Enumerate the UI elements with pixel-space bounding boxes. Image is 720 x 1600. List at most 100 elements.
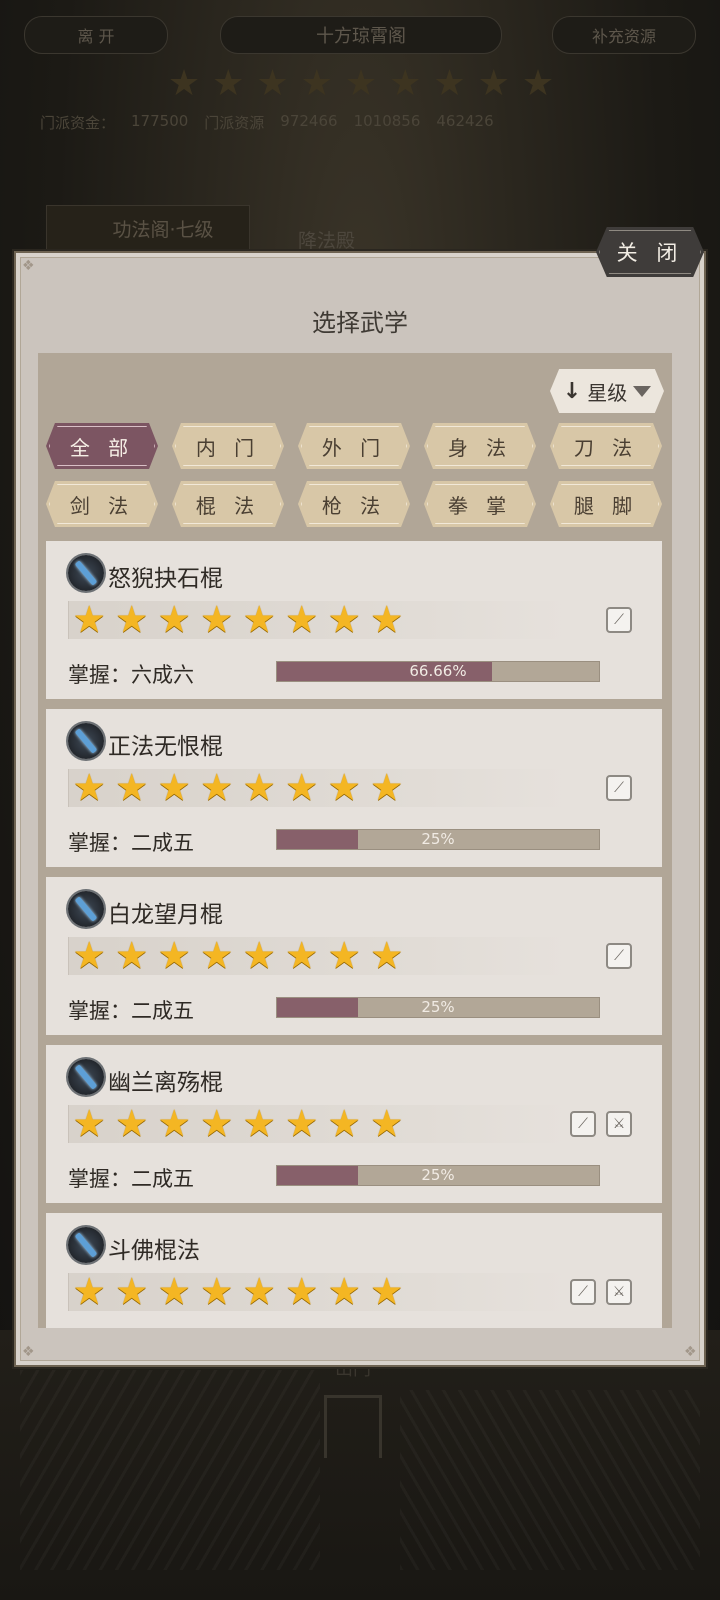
staff-type-icon: ⟋ <box>570 1279 596 1305</box>
skill-card[interactable]: 怒猊抉石棍 ★ ★ ★ ★ ★ ★ ★ ★ ⟋ 掌握：六成六 66.66% <box>46 541 662 699</box>
skill-type-icons: ⟋ <box>606 943 632 969</box>
star-icon: ★ <box>242 766 276 809</box>
category-filters: 全 部 内 门 外 门 身 法 刀 法剑 法 棍 法 枪 法 拳 掌 腿 脚 <box>46 423 664 527</box>
star-icon: ★ <box>200 1102 234 1145</box>
star-icon: ★ <box>477 63 510 104</box>
star-icon: ★ <box>72 766 106 809</box>
staff-skill-icon <box>68 723 104 759</box>
filter-button[interactable]: 枪 法 <box>298 481 410 527</box>
filter-button[interactable]: 刀 法 <box>550 423 662 469</box>
mastery-prefix: 掌握： <box>68 999 131 1023</box>
hall-star-rating: ★ ★ ★ ★ ★ ★ ★ ★ ★ <box>166 66 556 102</box>
filter-button[interactable]: 外 门 <box>298 423 410 469</box>
filter-button[interactable]: 内 门 <box>172 423 284 469</box>
resource-value: 1010856 <box>353 112 421 130</box>
corner-ornament-icon: ❖ <box>22 1344 35 1360</box>
skill-panel: ↓ 星级 全 部 内 门 外 门 身 法 刀 法剑 法 棍 法 枪 法 拳 掌 腿 脚 怒猊抉石… <box>38 353 672 1328</box>
star-icon: ★ <box>327 598 361 641</box>
resource-value: 972466 <box>280 112 338 130</box>
mastery-label: 掌握：二成五 <box>68 827 194 857</box>
staff-skill-icon <box>68 1227 104 1263</box>
gate-building: 山门 <box>318 1355 388 1465</box>
close-button[interactable]: 关 闭 <box>596 227 704 277</box>
star-icon: ★ <box>115 1270 149 1313</box>
star-icon: ★ <box>167 63 201 104</box>
staff-type-icon: ⟋ <box>606 607 632 633</box>
mastery-prefix: 掌握： <box>68 1167 131 1191</box>
skill-card[interactable]: 斗佛棍法 ★ ★ ★ ★ ★ ★ ★ ★ ⟋ ⚔ <box>46 1213 662 1328</box>
star-icon: ★ <box>327 766 361 809</box>
staff-type-icon: ⟋ <box>606 943 632 969</box>
mastery-value: 二成五 <box>131 831 194 855</box>
star-icon: ★ <box>200 598 234 641</box>
star-icon: ★ <box>285 598 319 641</box>
filter-button[interactable]: 全 部 <box>46 423 158 469</box>
star-icon: ★ <box>115 766 149 809</box>
filter-label: 全 部 <box>69 435 135 460</box>
filter-button[interactable]: 剑 法 <box>46 481 158 527</box>
skill-card[interactable]: 正法无恨棍 ★ ★ ★ ★ ★ ★ ★ ★ ⟋ 掌握：二成五 25% <box>46 709 662 867</box>
sort-dropdown[interactable]: ↓ 星级 <box>550 369 664 413</box>
star-icon: ★ <box>200 1270 234 1313</box>
skill-star-rating: ★ ★ ★ ★ ★ ★ ★ ★ <box>70 769 406 807</box>
filter-label: 外 门 <box>321 435 387 460</box>
filter-button[interactable]: 身 法 <box>424 423 536 469</box>
resource-label: 门派资源 <box>204 114 265 132</box>
star-icon: ★ <box>370 766 404 809</box>
leave-button[interactable]: 离 开 <box>24 16 168 54</box>
skill-type-icons: ⟋ <box>606 775 632 801</box>
star-icon: ★ <box>300 63 333 104</box>
filter-label: 内 门 <box>195 435 261 460</box>
skill-star-rating: ★ ★ ★ ★ ★ ★ ★ ★ <box>70 601 406 639</box>
star-icon: ★ <box>200 766 234 809</box>
filter-label: 腿 脚 <box>573 493 639 518</box>
star-icon: ★ <box>200 934 234 977</box>
star-icon: ★ <box>285 934 319 977</box>
filter-label: 枪 法 <box>321 493 387 518</box>
hall-title: 十方琼霄阁 <box>220 16 502 54</box>
star-icon: ★ <box>285 1102 319 1145</box>
tab-hall: 降法殿 <box>298 230 356 252</box>
skill-name: 怒猊抉石棍 <box>108 566 223 592</box>
star-icon: ★ <box>242 1102 276 1145</box>
skill-type-icons: ⟋ <box>606 607 632 633</box>
star-icon: ★ <box>370 1102 404 1145</box>
star-icon: ★ <box>433 63 466 104</box>
filter-button[interactable]: 拳 掌 <box>424 481 536 527</box>
corner-ornament-icon: ❖ <box>22 258 35 274</box>
skill-card[interactable]: 白龙望月棍 ★ ★ ★ ★ ★ ★ ★ ★ ⟋ 掌握：二成五 25% <box>46 877 662 1035</box>
mastery-prefix: 掌握： <box>68 831 131 855</box>
star-icon: ★ <box>242 598 276 641</box>
filter-button[interactable]: 腿 脚 <box>550 481 662 527</box>
skill-name: 斗佛棍法 <box>108 1238 200 1264</box>
resource-value: 177500 <box>131 112 189 130</box>
staff-skill-icon <box>68 1059 104 1095</box>
star-icon: ★ <box>72 934 106 977</box>
star-icon: ★ <box>370 1270 404 1313</box>
star-icon: ★ <box>115 934 149 977</box>
filter-button[interactable]: 棍 法 <box>172 481 284 527</box>
mastery-value: 二成五 <box>131 999 194 1023</box>
star-icon: ★ <box>72 1270 106 1313</box>
mastery-progress-bar: 25% <box>276 1165 600 1186</box>
resource-bar: 门派资金： 177500 门派资源 972466 1010856 462426 <box>40 112 700 133</box>
star-icon: ★ <box>115 1102 149 1145</box>
sword-type-icon: ⚔ <box>606 1279 632 1305</box>
star-icon: ★ <box>157 1270 191 1313</box>
supply-resources-button[interactable]: 补充资源 <box>552 16 696 54</box>
corner-ornament-icon: ❖ <box>684 1344 697 1360</box>
progress-percent: 25% <box>421 1166 455 1184</box>
skill-star-rating: ★ ★ ★ ★ ★ ★ ★ ★ <box>70 1273 406 1311</box>
mastery-prefix: 掌握： <box>68 663 131 687</box>
star-icon: ★ <box>521 63 555 104</box>
star-icon: ★ <box>72 1102 106 1145</box>
resource-label: 门派资金： <box>40 114 116 132</box>
staff-type-icon: ⟋ <box>570 1111 596 1137</box>
skill-card[interactable]: 幽兰离殇棍 ★ ★ ★ ★ ★ ★ ★ ★ ⟋ ⚔ 掌握：二成五 25% <box>46 1045 662 1203</box>
skill-list[interactable]: 怒猊抉石棍 ★ ★ ★ ★ ★ ★ ★ ★ ⟋ 掌握：六成六 66.66% 正法无恨棍 ★ ★ ★ ★ ★ ★ ★ ★ ⟋… <box>46 541 662 1328</box>
star-icon: ★ <box>212 63 245 104</box>
filter-label: 刀 法 <box>573 435 639 460</box>
star-icon: ★ <box>285 1270 319 1313</box>
mastery-value: 二成五 <box>131 1167 194 1191</box>
mastery-label: 掌握：六成六 <box>68 659 194 689</box>
